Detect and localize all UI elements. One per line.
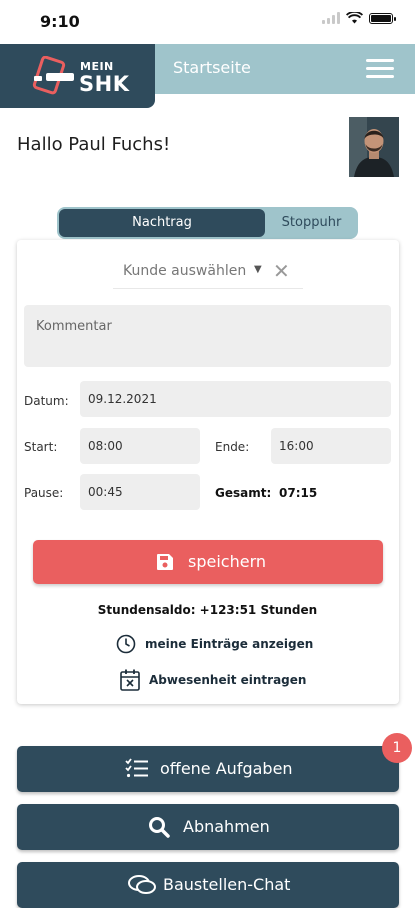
- inspections-label: Abnahmen: [183, 817, 270, 836]
- date-label: Datum:: [24, 394, 69, 408]
- status-icons: [322, 12, 396, 24]
- start-field[interactable]: 08:00: [80, 428, 200, 464]
- calendar-x-icon: [120, 669, 140, 691]
- comment-placeholder: Kommentar: [36, 319, 112, 334]
- phone-logo-icon: [32, 56, 74, 95]
- status-time: 9:10: [40, 12, 80, 31]
- start-value: 08:00: [88, 439, 123, 453]
- customer-select[interactable]: Kunde auswählen ▼ ✕: [113, 256, 303, 289]
- wifi-icon: [346, 12, 363, 24]
- site-chat-button[interactable]: Baustellen-Chat: [17, 862, 399, 908]
- app-logo[interactable]: MEIN SHK: [0, 44, 155, 108]
- signal-icon: [322, 12, 340, 24]
- open-tasks-label: offene Aufgaben: [160, 759, 293, 778]
- battery-icon: [369, 12, 396, 24]
- tasks-count-badge: 1: [382, 733, 412, 763]
- open-tasks-button[interactable]: offene Aufgaben: [17, 746, 399, 792]
- total-label: Gesamt:: [215, 486, 272, 500]
- total-value: 07:15: [279, 486, 318, 500]
- search-icon: [149, 817, 170, 838]
- end-label: Ende:: [215, 440, 250, 454]
- start-label: Start:: [24, 440, 58, 454]
- clear-icon[interactable]: ✕: [273, 259, 290, 283]
- logo-text-big: SHK: [79, 72, 130, 96]
- status-bar: 9:10: [0, 0, 415, 44]
- pause-value: 00:45: [88, 485, 123, 499]
- date-value: 09.12.2021: [88, 392, 157, 406]
- checklist-icon: [125, 758, 148, 778]
- tab-nachtrag[interactable]: Nachtrag: [59, 209, 265, 237]
- page-title: Startseite: [173, 58, 251, 77]
- greeting-text: Hallo Paul Fuchs!: [17, 134, 171, 155]
- clock-icon: [116, 634, 136, 654]
- menu-icon[interactable]: [366, 59, 394, 79]
- end-value: 16:00: [279, 439, 314, 453]
- customer-select-label: Kunde auswählen: [123, 263, 247, 279]
- caret-down-icon: ▼: [254, 264, 262, 275]
- tab-stoppuhr[interactable]: Stoppuhr: [267, 209, 356, 237]
- inspections-button[interactable]: Abnahmen: [17, 804, 399, 850]
- save-icon: [157, 554, 173, 570]
- site-chat-label: Baustellen-Chat: [163, 875, 291, 894]
- absence-link[interactable]: Abwesenheit eintragen: [149, 673, 306, 687]
- save-button[interactable]: speichern: [33, 540, 383, 584]
- save-label: speichern: [188, 552, 266, 571]
- pause-field[interactable]: 00:45: [80, 474, 200, 510]
- pause-label: Pause:: [24, 486, 64, 500]
- end-field[interactable]: 16:00: [271, 428, 391, 464]
- avatar[interactable]: [349, 117, 399, 177]
- show-entries-link[interactable]: meine Einträge anzeigen: [145, 637, 313, 651]
- hours-balance: Stundensaldo: +123:51 Stunden: [97, 603, 318, 617]
- comment-field[interactable]: Kommentar: [24, 305, 391, 367]
- chat-icon: [128, 875, 156, 894]
- mode-tabs: Nachtrag Stoppuhr: [57, 207, 358, 239]
- date-field[interactable]: 09.12.2021: [80, 381, 391, 417]
